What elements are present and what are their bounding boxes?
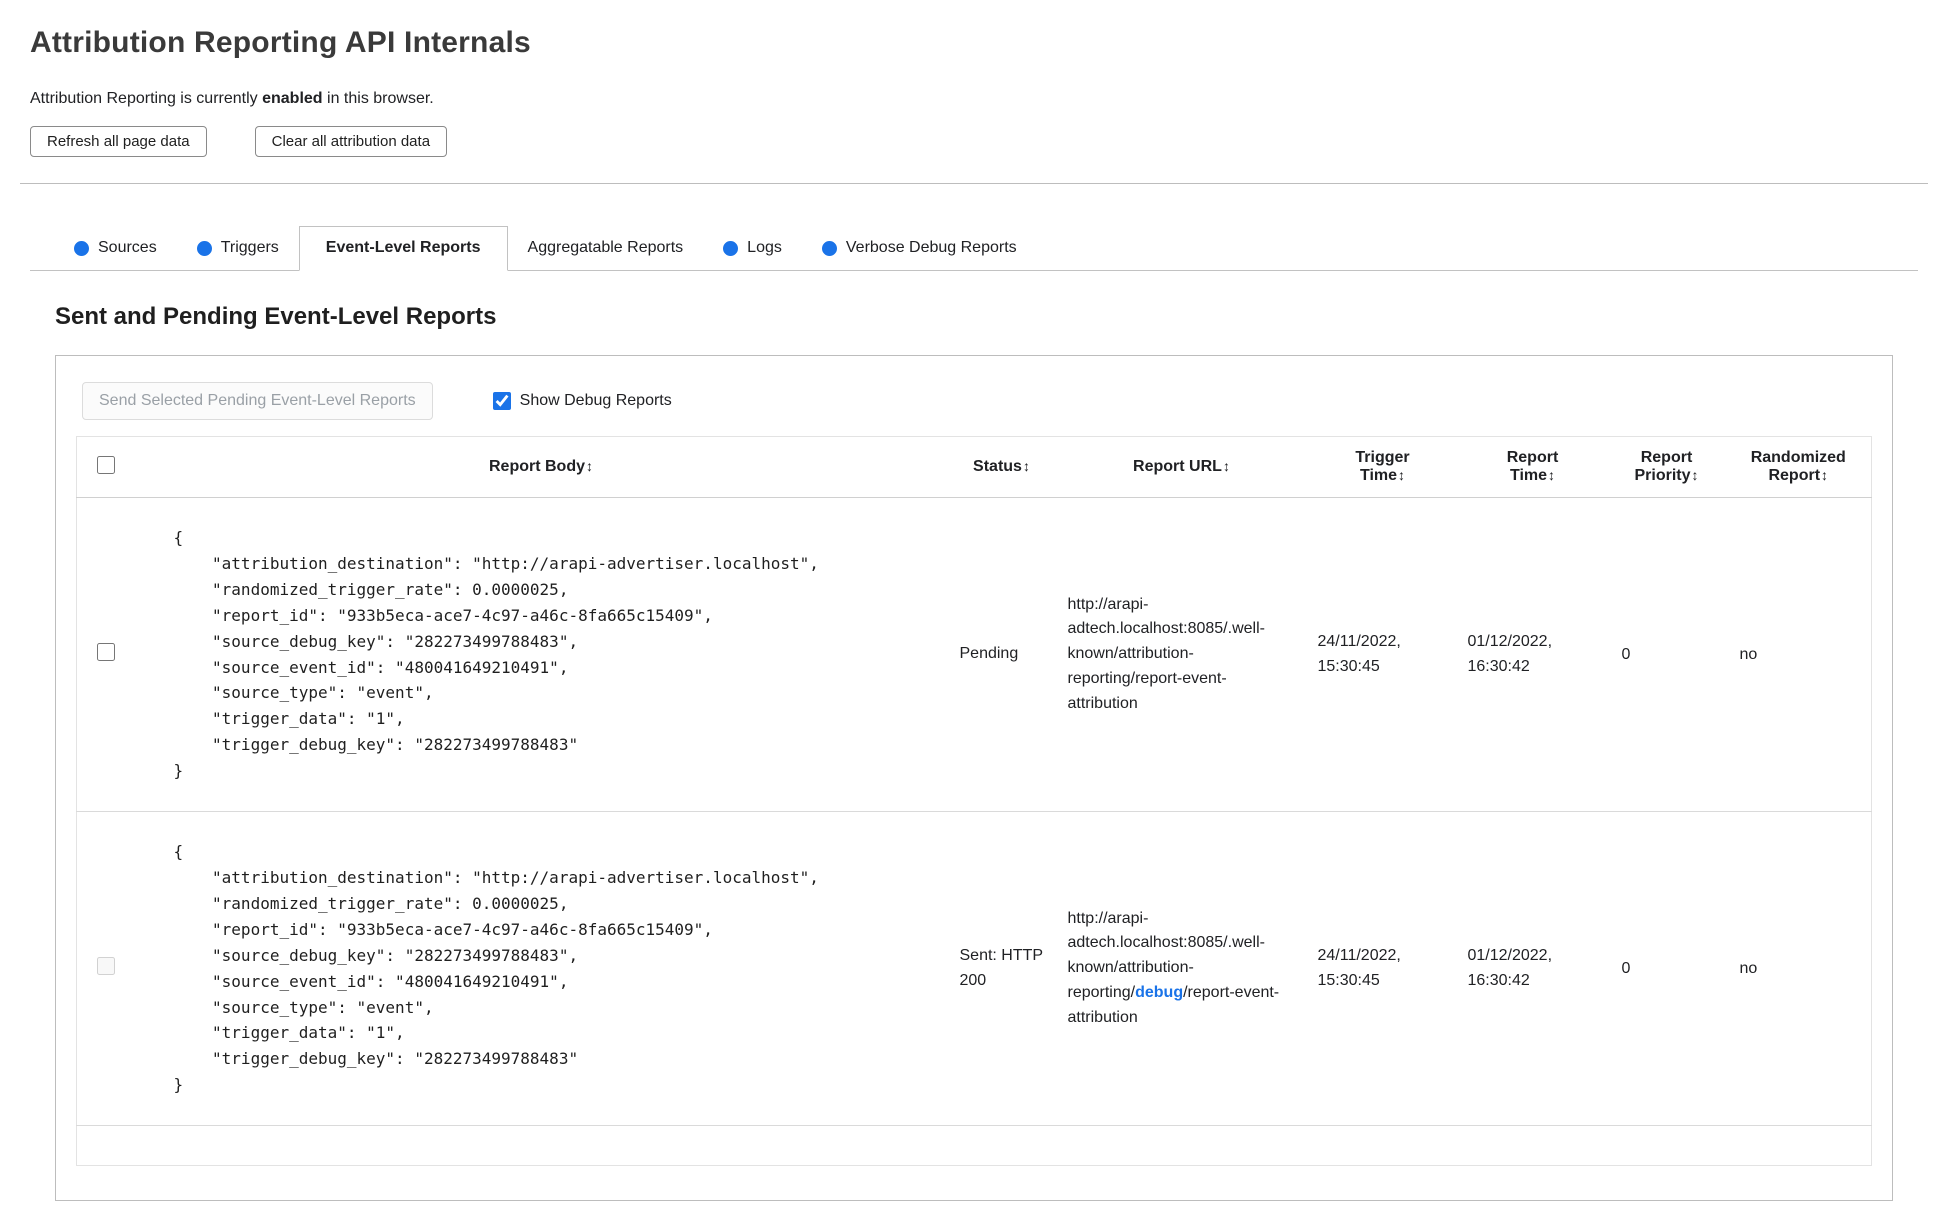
status-text-prefix: Attribution Reporting is currently <box>30 90 263 107</box>
table-footer-row <box>76 1125 1872 1166</box>
sort-icon: ↕ <box>1821 467 1829 483</box>
tab-label: Event-Level Reports <box>325 239 481 256</box>
sources-data-dot-icon <box>74 240 89 256</box>
report-row-pending: { "attribution_destination": "http://ara… <box>76 496 1872 812</box>
sort-icon: ↕ <box>1548 467 1556 483</box>
sort-icon: ↕ <box>1691 467 1699 483</box>
header-report-url[interactable]: Report URL↕ <box>1055 436 1308 498</box>
tab-aggregatable-reports[interactable]: Aggregatable Reports <box>508 227 704 270</box>
header-report-body[interactable]: Report Body↕ <box>134 436 948 498</box>
logs-data-dot-icon <box>723 240 739 256</box>
tab-label: Verbose Debug Reports <box>845 239 1017 256</box>
randomized-report-cell: no <box>1725 811 1872 1126</box>
tab-triggers[interactable]: Triggers <box>177 227 299 270</box>
header-randomized-report[interactable]: Randomized Report↕ <box>1725 436 1872 498</box>
select-all-header-cell <box>76 436 135 498</box>
header-label: Report Priority <box>1634 449 1693 484</box>
status-cell: Sent: HTTP 200 <box>947 811 1056 1126</box>
row-select-cell <box>76 811 135 1126</box>
show-debug-reports-checkbox[interactable] <box>492 392 511 410</box>
report-time-cell: 01/12/2022, 16:30:42 <box>1457 811 1608 1126</box>
tab-verbose-debug-reports[interactable]: Verbose Debug Reports <box>802 227 1037 270</box>
header-report-priority[interactable]: Report Priority↕ <box>1607 436 1726 498</box>
report-url-cell: http://arapi-adtech.localhost:8085/.well… <box>1055 496 1308 812</box>
report-priority-cell: 0 <box>1607 811 1726 1126</box>
triggers-data-dot-icon <box>196 240 212 256</box>
tab-label: Aggregatable Reports <box>527 239 684 256</box>
verbose-debug-data-dot-icon <box>821 240 837 256</box>
row-select-checkbox-disabled <box>96 957 115 976</box>
tab-event-level-reports[interactable]: Event-Level Reports <box>298 226 508 271</box>
tab-label: Triggers <box>220 239 279 256</box>
section-heading: Sent and Pending Event-Level Reports <box>55 303 497 330</box>
header-label: Status <box>973 458 1022 475</box>
sort-icon: ↕ <box>586 458 593 474</box>
status-line: Attribution Reporting is currently enabl… <box>30 90 1918 108</box>
row-select-checkbox[interactable] <box>96 643 115 662</box>
report-body-cell: { "attribution_destination": "http://ara… <box>134 496 948 812</box>
event-level-reports-table: Report Body↕ Status↕ Report URL↕ Trigger… <box>76 436 1872 1167</box>
sort-icon: ↕ <box>1398 467 1406 483</box>
page-title: Attribution Reporting API Internals <box>30 26 531 59</box>
header-label: Report URL <box>1133 458 1222 475</box>
tab-label: Logs <box>747 239 782 256</box>
tab-bar: Sources Triggers Event-Level Reports Agg… <box>30 226 1918 271</box>
report-row-sent: { "attribution_destination": "http://ara… <box>76 811 1872 1126</box>
tab-label: Sources <box>98 239 157 256</box>
show-debug-reports-toggle[interactable]: Show Debug Reports <box>492 392 672 410</box>
row-select-cell <box>76 496 135 812</box>
refresh-all-page-data-button[interactable]: Refresh all page data <box>30 126 207 157</box>
trigger-time-cell: 24/11/2022, 15:30:45 <box>1307 496 1458 812</box>
randomized-report-cell: no <box>1725 496 1872 812</box>
header-divider <box>20 183 1928 184</box>
toolbar: Refresh all page data Clear all attribut… <box>30 126 1918 157</box>
select-all-checkbox[interactable] <box>96 455 115 474</box>
report-time-cell: 01/12/2022, 16:30:42 <box>1457 496 1608 812</box>
debug-highlight: debug <box>1135 983 1184 1001</box>
sort-icon: ↕ <box>1022 458 1030 474</box>
sort-icon: ↕ <box>1222 458 1230 474</box>
header-trigger-time[interactable]: Trigger Time↕ <box>1307 436 1458 498</box>
send-selected-pending-reports-button[interactable]: Send Selected Pending Event-Level Report… <box>82 382 433 420</box>
show-debug-reports-label: Show Debug Reports <box>519 392 672 409</box>
trigger-time-cell: 24/11/2022, 15:30:45 <box>1307 811 1458 1126</box>
report-priority-cell: 0 <box>1607 496 1726 812</box>
tab-logs[interactable]: Logs <box>703 227 802 270</box>
report-url-cell: http://arapi-adtech.localhost:8085/.well… <box>1055 811 1308 1126</box>
attribution-internals-page: Attribution Reporting API Internals Attr… <box>0 0 1948 1219</box>
table-header-row: Report Body↕ Status↕ Report URL↕ Trigger… <box>76 436 1872 498</box>
status-cell: Pending <box>947 496 1056 812</box>
panel-controls: Send Selected Pending Event-Level Report… <box>76 382 1872 420</box>
clear-all-attribution-data-button[interactable]: Clear all attribution data <box>254 126 448 157</box>
event-level-reports-panel: Send Selected Pending Event-Level Report… <box>55 355 1893 1202</box>
status-text-suffix: in this browser. <box>322 90 434 107</box>
report-body-cell: { "attribution_destination": "http://ara… <box>134 811 948 1126</box>
report-body-json: { "attribution_destination": "http://ara… <box>173 528 819 781</box>
status-enabled-text: enabled <box>262 90 323 107</box>
report-url-text: http://arapi-adtech.localhost:8085/.well… <box>1067 595 1265 712</box>
header-label: Randomized Report <box>1750 449 1846 484</box>
header-report-time[interactable]: Report Time↕ <box>1457 436 1608 498</box>
header-label: Report Body <box>489 458 585 475</box>
header-status[interactable]: Status↕ <box>947 436 1056 498</box>
report-body-json: { "attribution_destination": "http://ara… <box>173 842 819 1095</box>
table-footer-cell <box>76 1125 1872 1166</box>
tab-sources[interactable]: Sources <box>54 227 177 270</box>
